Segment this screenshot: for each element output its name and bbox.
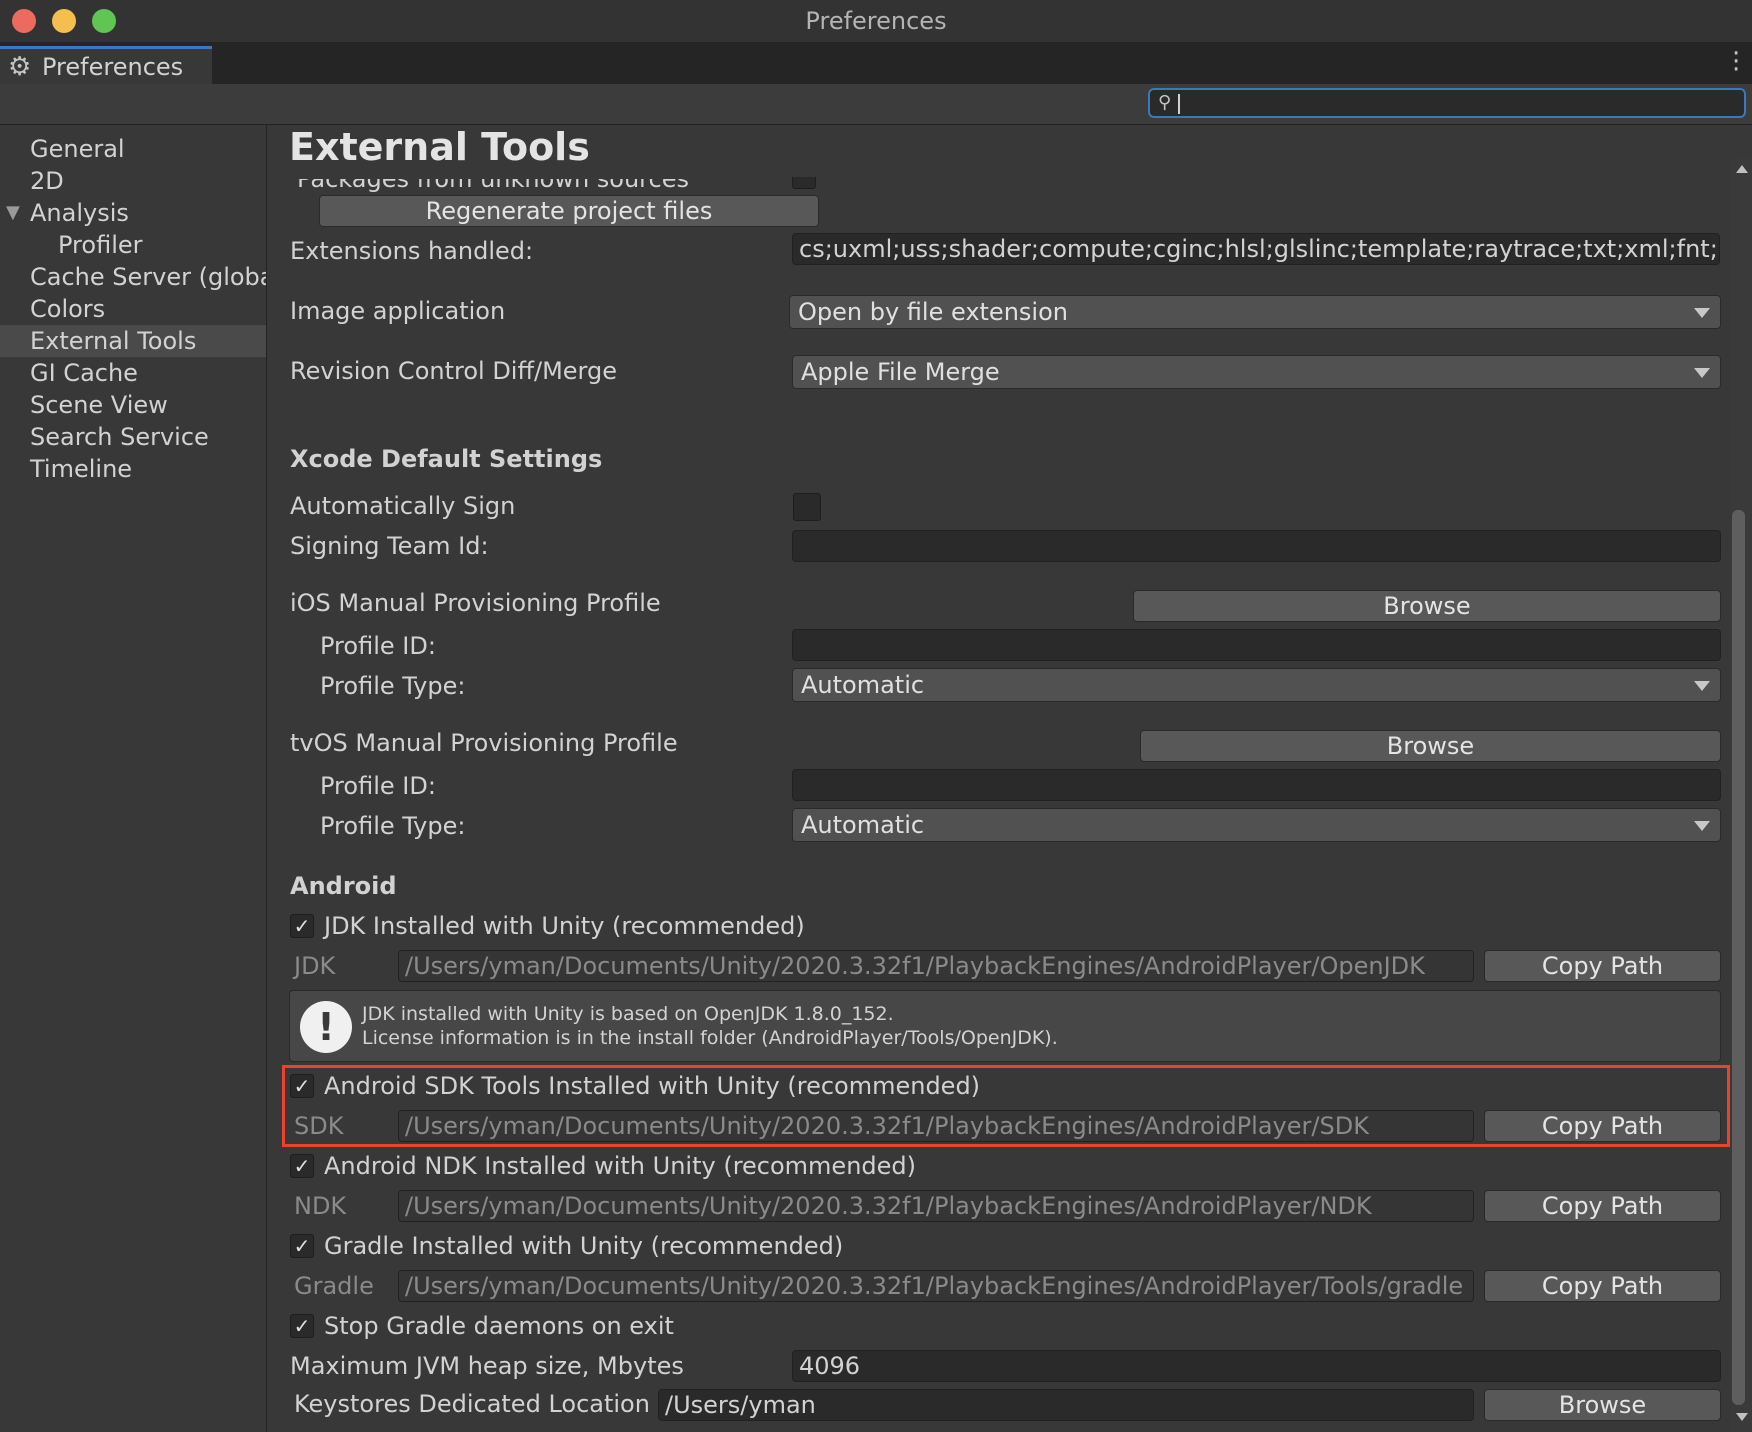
tab-preferences[interactable]: ⚙ Preferences: [0, 46, 212, 84]
keystores-location-label: Keystores Dedicated Location: [294, 1390, 650, 1418]
sidebar-item-analysis[interactable]: ▼ Analysis: [0, 197, 266, 229]
ios-browse-button[interactable]: Browse: [1133, 590, 1721, 622]
gradle-path-field: /Users/yman/Documents/Unity/2020.3.32f1/…: [398, 1270, 1474, 1302]
jdk-label: JDK: [294, 952, 336, 980]
image-application-value: Open by file extension: [798, 298, 1068, 326]
search-icon: ⚲: [1158, 92, 1172, 113]
sidebar-item-search-service[interactable]: Search Service: [0, 421, 266, 453]
jdk-info-box: ! JDK installed with Unity is based on O…: [289, 990, 1721, 1062]
gradle-label: Gradle: [294, 1272, 374, 1300]
sdk-installed-checkbox[interactable]: ✓: [290, 1074, 314, 1098]
ios-profile-type-label: Profile Type:: [320, 672, 466, 700]
expand-triangle-icon[interactable]: ▼: [6, 197, 20, 229]
sdk-installed-label: Android SDK Tools Installed with Unity (…: [324, 1072, 981, 1100]
jdk-info-line2: License information is in the install fo…: [362, 1027, 1058, 1049]
android-section-header: Android: [290, 872, 397, 900]
regenerate-project-files-button[interactable]: Regenerate project files: [319, 195, 819, 227]
gear-icon: ⚙: [8, 52, 32, 82]
jdk-installed-checkbox[interactable]: ✓: [290, 914, 314, 938]
scrollbar-thumb[interactable]: [1732, 510, 1745, 1405]
extensions-handled-field[interactable]: cs;uxml;uss;shader;compute;cginc;hlsl;gl…: [792, 233, 1720, 265]
ios-profile-type-value: Automatic: [801, 671, 925, 699]
chevron-down-icon: [1694, 821, 1710, 831]
more-options-icon[interactable]: · · ·: [1732, 41, 1740, 83]
packages-unknown-label: Packages from unknown sources: [297, 165, 689, 193]
ndk-copy-path-button[interactable]: Copy Path: [1484, 1190, 1721, 1222]
ios-profile-id-label: Profile ID:: [320, 632, 436, 660]
ndk-installed-label: Android NDK Installed with Unity (recomm…: [324, 1152, 917, 1180]
ios-profile-id-field[interactable]: [792, 629, 1721, 661]
sidebar-item-scene-view[interactable]: Scene View: [0, 389, 266, 421]
revision-control-label: Revision Control Diff/Merge: [290, 357, 617, 385]
automatically-sign-checkbox[interactable]: [793, 493, 821, 521]
ios-profile-type-dropdown[interactable]: Automatic: [792, 668, 1721, 702]
sdk-copy-path-button[interactable]: Copy Path: [1484, 1110, 1721, 1142]
sdk-label: SDK: [294, 1112, 344, 1140]
sidebar-item-colors[interactable]: Colors: [0, 293, 266, 325]
image-application-label: Image application: [290, 297, 506, 325]
jdk-installed-label: JDK Installed with Unity (recommended): [324, 912, 805, 940]
sidebar-item-timeline[interactable]: Timeline: [0, 453, 266, 485]
chevron-down-icon: [1694, 368, 1710, 378]
tab-label: Preferences: [42, 53, 184, 81]
signing-team-id-field[interactable]: [792, 530, 1721, 562]
preferences-sidebar: General 2D ▼ Analysis Profiler Cache Serv…: [0, 125, 267, 1432]
sidebar-item-gi-cache[interactable]: GI Cache: [0, 357, 266, 389]
sdk-path-field: /Users/yman/Documents/Unity/2020.3.32f1/…: [398, 1110, 1474, 1142]
keystores-location-field[interactable]: /Users/yman: [658, 1389, 1474, 1421]
text-caret: [1178, 94, 1180, 114]
tab-bar: ⚙ Preferences: [0, 42, 1752, 84]
preferences-content: External Tools Packages from unknown sou…: [267, 125, 1752, 1432]
packages-unknown-checkbox[interactable]: [792, 177, 816, 189]
ndk-path-field: /Users/yman/Documents/Unity/2020.3.32f1/…: [398, 1190, 1474, 1222]
revision-control-value: Apple File Merge: [801, 358, 1000, 386]
revision-control-dropdown[interactable]: Apple File Merge: [792, 355, 1721, 389]
chevron-down-icon: [1694, 308, 1710, 318]
jdk-info-line1: JDK installed with Unity is based on Ope…: [362, 1003, 894, 1025]
info-exclamation-icon: !: [300, 1001, 352, 1053]
jdk-copy-path-button[interactable]: Copy Path: [1484, 950, 1721, 982]
extensions-handled-label: Extensions handled:: [290, 237, 534, 265]
tvos-profile-id-field[interactable]: [792, 769, 1721, 801]
stop-gradle-label: Stop Gradle daemons on exit: [324, 1312, 674, 1340]
scroll-down-icon[interactable]: [1736, 1413, 1748, 1421]
sidebar-item-cache-server[interactable]: Cache Server (global): [0, 261, 266, 293]
sidebar-item-profiler[interactable]: Profiler: [0, 229, 266, 261]
window-titlebar: Preferences: [0, 0, 1752, 42]
gradle-installed-checkbox[interactable]: ✓: [290, 1234, 314, 1258]
jvm-heap-label: Maximum JVM heap size, Mbytes: [290, 1352, 684, 1380]
image-application-dropdown[interactable]: Open by file extension: [789, 295, 1721, 329]
tvos-profile-id-label: Profile ID:: [320, 772, 436, 800]
gradle-copy-path-button[interactable]: Copy Path: [1484, 1270, 1721, 1302]
scroll-up-icon[interactable]: [1736, 165, 1748, 173]
sidebar-item-external-tools[interactable]: External Tools: [0, 325, 266, 357]
xcode-section-header: Xcode Default Settings: [290, 445, 603, 473]
jdk-path-field: /Users/yman/Documents/Unity/2020.3.32f1/…: [398, 950, 1474, 982]
tvos-profile-type-value: Automatic: [801, 811, 925, 839]
ios-provisioning-profile-label: iOS Manual Provisioning Profile: [290, 589, 661, 617]
keystores-browse-button[interactable]: Browse: [1484, 1389, 1721, 1421]
tvos-profile-type-dropdown[interactable]: Automatic: [792, 808, 1721, 842]
ndk-label: NDK: [294, 1192, 347, 1220]
automatically-sign-label: Automatically Sign: [290, 492, 516, 520]
ndk-installed-checkbox[interactable]: ✓: [290, 1154, 314, 1178]
page-title: External Tools: [289, 125, 598, 169]
jvm-heap-field[interactable]: 4096: [792, 1350, 1721, 1382]
stop-gradle-checkbox[interactable]: ✓: [290, 1314, 314, 1338]
sidebar-item-general[interactable]: General: [0, 133, 266, 165]
tvos-browse-button[interactable]: Browse: [1140, 730, 1721, 762]
tvos-provisioning-profile-label: tvOS Manual Provisioning Profile: [290, 729, 678, 757]
gradle-installed-label: Gradle Installed with Unity (recommended…: [324, 1232, 844, 1260]
chevron-down-icon: [1694, 681, 1710, 691]
window-title: Preferences: [805, 7, 947, 35]
search-input[interactable]: ⚲: [1148, 88, 1746, 118]
sidebar-item-2d[interactable]: 2D: [0, 165, 266, 197]
tvos-profile-type-label: Profile Type:: [320, 812, 466, 840]
signing-team-id-label: Signing Team Id:: [290, 532, 489, 560]
